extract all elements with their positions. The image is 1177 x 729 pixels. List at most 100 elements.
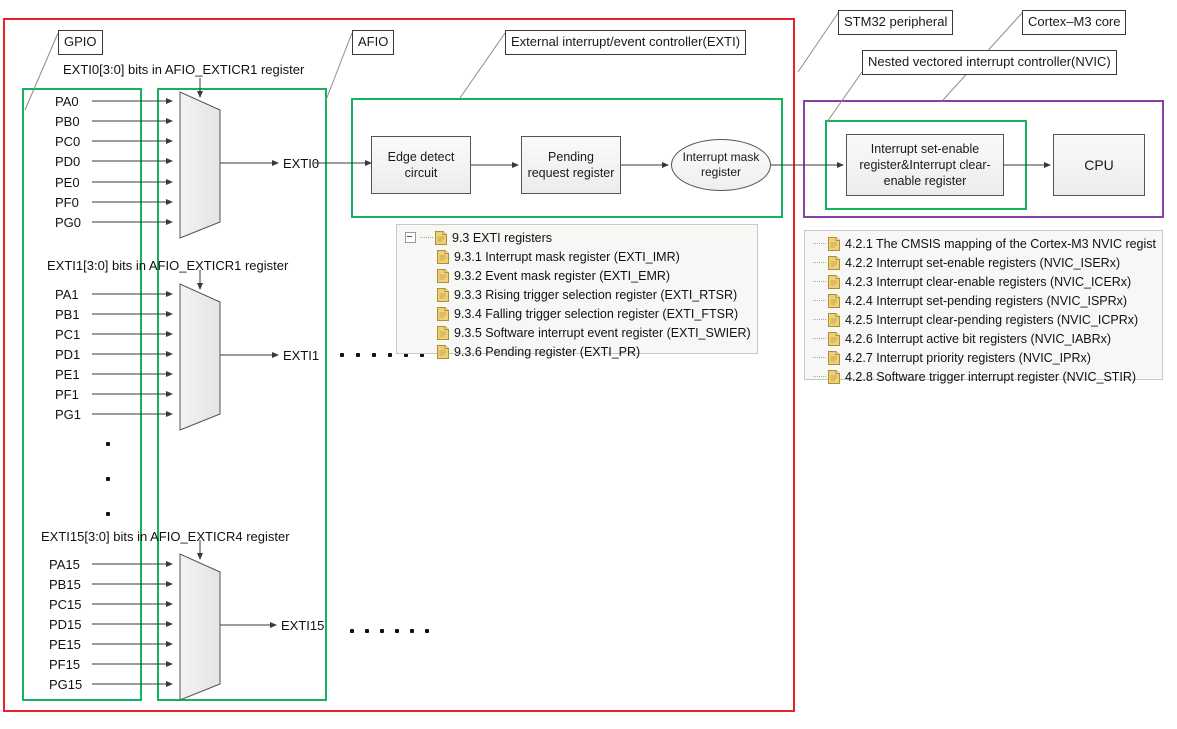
mask-line2: register	[700, 165, 741, 179]
interrupt-mask-register-block: Interrupt mask register	[671, 139, 771, 191]
tree-item-label: 9.3.1 Interrupt mask register (EXTI_IMR)	[454, 249, 680, 264]
tree-item-row[interactable]: 9.3.6 Pending register (EXTI_PR)	[401, 342, 751, 361]
document-icon	[435, 230, 447, 245]
tree-item-row[interactable]: 4.2.7 Interrupt priority registers (NVIC…	[809, 348, 1156, 367]
pin-label: PG1	[55, 407, 82, 422]
mask-line1: Interrupt mask	[682, 150, 760, 164]
horizontal-ellipsis-dot	[425, 629, 429, 633]
document-icon	[828, 312, 840, 327]
tree-item-row[interactable]: 9.3.4 Falling trigger selection register…	[401, 304, 751, 323]
tree-item-label: 4.2.6 Interrupt active bit registers (NV…	[845, 331, 1112, 346]
pending-line1: Pending	[548, 150, 594, 164]
document-icon	[828, 255, 840, 270]
pin-label: PD15	[49, 617, 82, 632]
setclear-line1: Interrupt set-enable	[870, 142, 980, 156]
tree-item-row[interactable]: 9.3.3 Rising trigger selection register …	[401, 285, 751, 304]
horizontal-ellipsis-dot	[388, 353, 392, 357]
exti-registers-tree[interactable]: 9.3 EXTI registers 9.3.1 Interrupt mask …	[396, 224, 758, 359]
collapse-icon[interactable]	[405, 232, 416, 243]
horizontal-ellipsis-dot	[395, 629, 399, 633]
pin-label: PE15	[49, 637, 81, 652]
tree-item-row[interactable]: 9.3.2 Event mask register (EXTI_EMR)	[401, 266, 751, 285]
vertical-ellipsis-dot	[106, 477, 110, 481]
pin-label: PC15	[49, 597, 82, 612]
pin-label: PE1	[55, 367, 80, 382]
diagram-canvas: GPIO AFIO External interrupt/event contr…	[0, 0, 1177, 729]
cpu-label: CPU	[1084, 157, 1114, 173]
tree-item-label: 4.2.7 Interrupt priority registers (NVIC…	[845, 350, 1091, 365]
cpu-block: CPU	[1053, 134, 1145, 196]
document-icon	[437, 249, 449, 264]
document-icon	[828, 331, 840, 346]
callout-gpio: GPIO	[58, 30, 103, 55]
tree-connector	[813, 318, 826, 321]
pin-label: PC0	[55, 134, 81, 149]
tree-item-row[interactable]: 4.2.1 The CMSIS mapping of the Cortex-M3…	[809, 234, 1156, 253]
mux-group-title-exti1: EXTI1[3:0] bits in AFIO_EXTICR1 register	[47, 258, 289, 273]
tree-item-label: 9.3.3 Rising trigger selection register …	[454, 287, 738, 302]
tree-connector	[813, 242, 826, 245]
pin-label: PD0	[55, 154, 81, 169]
tree-connector	[813, 375, 826, 378]
tree-item-label: 4.2.3 Interrupt clear-enable registers (…	[845, 274, 1132, 289]
horizontal-ellipsis-dot	[350, 629, 354, 633]
tree-item-label: 4.2.8 Software trigger interrupt registe…	[845, 369, 1137, 384]
vertical-ellipsis-dot	[106, 442, 110, 446]
tree-item-label: 9.3 EXTI registers	[452, 230, 553, 245]
pin-label: PF1	[55, 387, 79, 402]
pin-label: PA0	[55, 94, 79, 109]
tree-item-label: 4.2.2 Interrupt set-enable registers (NV…	[845, 255, 1121, 270]
horizontal-ellipsis-dot	[365, 629, 369, 633]
edge-detect-line2: circuit	[404, 166, 438, 180]
tree-item-row[interactable]: 4.2.5 Interrupt clear-pending registers …	[809, 310, 1156, 329]
tree-item-row[interactable]: 4.2.6 Interrupt active bit registers (NV…	[809, 329, 1156, 348]
callout-afio: AFIO	[352, 30, 395, 55]
pin-label: PB1	[55, 307, 80, 322]
pin-label: PF15	[49, 657, 81, 672]
horizontal-ellipsis-dot	[340, 353, 344, 357]
gpio-frame	[22, 88, 142, 701]
callout-cortex-m3-core: Cortex–M3 core	[1022, 10, 1127, 35]
callout-stm32-peripheral: STM32 peripheral	[838, 10, 954, 35]
pin-label: PC1	[55, 327, 81, 342]
document-icon	[828, 369, 840, 384]
pin-label: PB0	[55, 114, 80, 129]
document-icon	[437, 306, 449, 321]
pin-label: PG15	[49, 677, 83, 692]
tree-item-row[interactable]: 4.2.3 Interrupt clear-enable registers (…	[809, 272, 1156, 291]
callout-nvic: Nested vectored interrupt controller(NVI…	[862, 50, 1117, 75]
afio-frame	[157, 88, 327, 701]
tree-item-row[interactable]: 4.2.2 Interrupt set-enable registers (NV…	[809, 253, 1156, 272]
pin-label: PA1	[55, 287, 79, 302]
tree-root-row[interactable]: 9.3 EXTI registers	[401, 228, 751, 247]
horizontal-ellipsis-dot	[356, 353, 360, 357]
horizontal-ellipsis-dot	[380, 629, 384, 633]
document-icon	[437, 325, 449, 340]
pin-label: PF0	[55, 195, 79, 210]
tree-item-row[interactable]: 9.3.1 Interrupt mask register (EXTI_IMR)	[401, 247, 751, 266]
pending-request-register-block: Pending request register	[521, 136, 621, 194]
nvic-registers-tree[interactable]: 4.2.1 The CMSIS mapping of the Cortex-M3…	[804, 230, 1163, 384]
tree-connector	[813, 356, 826, 359]
mux-group-title-exti15: EXTI15[3:0] bits in AFIO_EXTICR4 registe…	[41, 529, 290, 544]
pin-label: PG0	[55, 215, 82, 230]
pin-label: PA15	[49, 557, 80, 572]
tree-connector	[813, 261, 826, 264]
document-icon	[828, 274, 840, 289]
tree-item-row[interactable]: 9.3.5 Software interrupt event register …	[401, 323, 751, 342]
tree-item-row[interactable]: 4.2.8 Software trigger interrupt registe…	[809, 367, 1156, 386]
pin-label: PB15	[49, 577, 81, 592]
tree-item-row[interactable]: 4.2.4 Interrupt set-pending registers (N…	[809, 291, 1156, 310]
interrupt-set-clear-enable-register-block: Interrupt set-enable register&Interrupt …	[846, 134, 1004, 196]
document-icon	[828, 350, 840, 365]
pending-line2: request register	[527, 166, 615, 180]
vertical-ellipsis-dot	[106, 512, 110, 516]
mux-output-label-exti1: EXTI1	[283, 348, 320, 363]
callout-exti: External interrupt/event controller(EXTI…	[505, 30, 747, 55]
tree-connector	[420, 236, 433, 239]
tree-item-label: 4.2.5 Interrupt clear-pending registers …	[845, 312, 1139, 327]
mux-output-label-exti15: EXTI15	[281, 618, 325, 633]
pin-label: PE0	[55, 175, 80, 190]
edge-detect-line1: Edge detect	[387, 150, 455, 164]
tree-item-label: 9.3.6 Pending register (EXTI_PR)	[454, 344, 641, 359]
